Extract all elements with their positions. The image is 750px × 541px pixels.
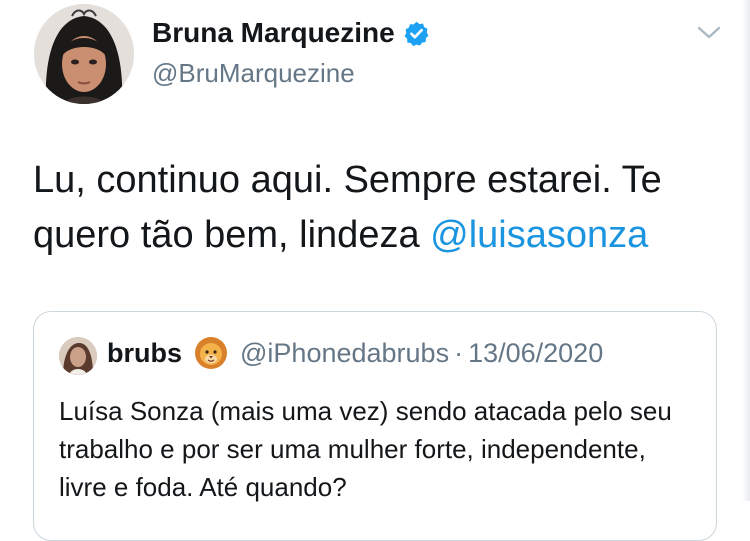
tweet-body: Lu, continuo aqui. Sempre estarei. Te qu… [33, 153, 723, 263]
quoted-tweet-date[interactable]: 13/06/2020 [468, 338, 603, 369]
author-avatar[interactable] [34, 4, 134, 104]
author-name[interactable]: Bruna Marquezine [152, 17, 430, 49]
quoted-author-avatar [59, 337, 97, 375]
quoted-tweet-header: brubs @iPhonedabrubs · 13/06/2020 [107, 336, 603, 370]
chevron-down-icon[interactable] [696, 24, 722, 42]
quoted-author-handle[interactable]: @iPhonedabrubs [240, 338, 449, 369]
verified-badge-icon [404, 21, 429, 46]
author-handle[interactable]: @BruMarquezine [152, 58, 355, 89]
tweet-mention-link[interactable]: @luisasonza [430, 214, 648, 256]
quoted-tweet-text: Luísa Sonza (mais uma vez) sendo atacada… [59, 396, 672, 502]
quoted-author-name[interactable]: brubs [107, 338, 182, 369]
header-separator: · [454, 337, 464, 368]
author-name-text: Bruna Marquezine [152, 17, 395, 48]
profile-photo-icon [34, 4, 134, 104]
lion-emoji-icon [195, 337, 228, 369]
screen-edge [742, 0, 750, 501]
quoted-profile-photo-icon [59, 337, 97, 375]
quoted-tweet-card[interactable]: brubs @iPhonedabrubs · 13/06/2020 Luísa … [33, 311, 717, 541]
